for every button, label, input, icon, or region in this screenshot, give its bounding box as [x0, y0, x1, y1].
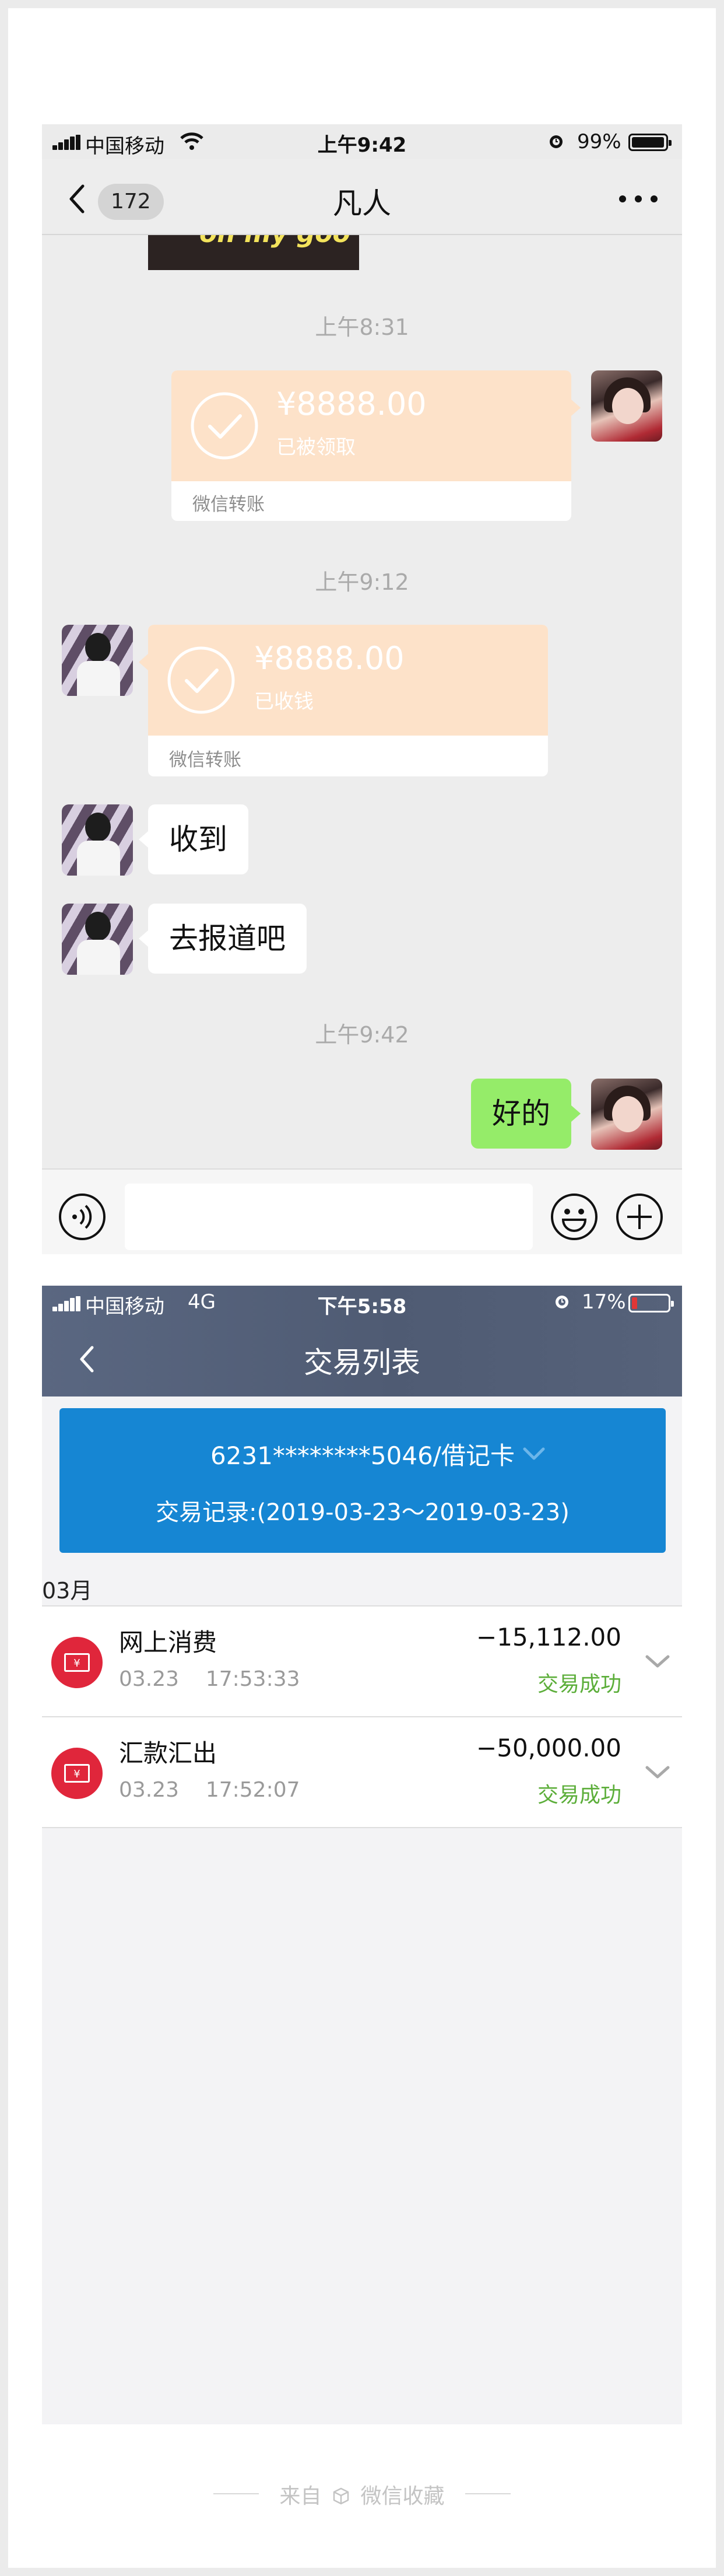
transaction-status: 交易成功	[537, 1783, 621, 1807]
transaction-amount: −50,000.00	[476, 1734, 621, 1762]
payment-card-icon: ¥	[51, 1748, 103, 1799]
transfer-amount: ¥8888.00	[276, 386, 427, 422]
message-input[interactable]	[125, 1184, 533, 1250]
chevron-down-icon[interactable]	[644, 1763, 672, 1782]
transfer-label: 微信转账	[192, 494, 265, 515]
transfer-status: 已被领取	[276, 436, 356, 459]
transfer-status: 已收钱	[254, 690, 314, 713]
chevron-down-icon[interactable]	[520, 1444, 548, 1463]
transfer-amount: ¥8888.00	[254, 640, 405, 677]
transaction-datetime: 03.23 17:53:33	[119, 1667, 300, 1691]
check-circle-icon	[191, 392, 258, 460]
chat-title: 凡人	[333, 187, 391, 220]
chat-nav-bar: 172 凡人	[42, 159, 682, 235]
timestamp: 上午8:31	[315, 314, 409, 340]
battery-percent: 17%	[582, 1290, 626, 1314]
bubble-tail	[139, 654, 148, 670]
chat-input-bar	[42, 1168, 682, 1254]
battery-icon	[628, 1294, 674, 1312]
battery-icon	[628, 134, 672, 151]
transaction-name: 网上消费	[119, 1628, 217, 1657]
record-date-range: 交易记录:(2019-03-23～2019-03-23)	[156, 1499, 570, 1526]
alarm-icon	[556, 1296, 568, 1308]
my-avatar[interactable]	[591, 370, 662, 442]
bubble-tail	[139, 930, 148, 947]
alarm-icon	[550, 135, 563, 148]
footer-source: 来自 微信收藏	[0, 2479, 724, 2510]
battery-percent: 99%	[577, 130, 621, 153]
transaction-name: 汇款汇出	[119, 1739, 217, 1768]
transaction-list: ¥ 网上消费 03.23 17:53:33 −15,112.00 交易成功 ¥ …	[42, 1605, 682, 1828]
my-avatar[interactable]	[591, 1079, 662, 1150]
timestamp: 上午9:42	[315, 1022, 409, 1048]
contact-avatar[interactable]	[62, 904, 133, 975]
timestamp: 上午9:12	[315, 569, 409, 595]
page-title: 交易列表	[304, 1346, 420, 1380]
footer-source-name: 微信收藏	[360, 2484, 445, 2508]
transfer-label: 微信转账	[169, 750, 241, 771]
contact-avatar[interactable]	[62, 804, 133, 876]
footer-prefix: 来自	[279, 2484, 322, 2508]
emoji-icon[interactable]	[550, 1193, 598, 1241]
message-bubble-received[interactable]: 收到	[148, 804, 248, 874]
account-number: 6231********5046/借记卡	[210, 1441, 515, 1470]
transaction-row[interactable]: ¥ 网上消费 03.23 17:53:33 −15,112.00 交易成功	[42, 1606, 682, 1717]
bubble-tail	[571, 400, 581, 416]
favorites-footer: 来自 微信收藏	[0, 2479, 724, 2508]
video-caption: on my goo	[199, 235, 350, 249]
transaction-datetime: 03.23 17:52:07	[119, 1778, 300, 1802]
voice-icon[interactable]	[58, 1193, 106, 1241]
message-bubble-received[interactable]: 去报道吧	[148, 904, 307, 974]
contact-avatar[interactable]	[62, 625, 133, 696]
transaction-amount: −15,112.00	[476, 1623, 621, 1651]
bubble-tail	[571, 1105, 581, 1122]
plus-icon[interactable]	[616, 1193, 663, 1241]
bubble-tail	[139, 831, 148, 848]
chevron-down-icon[interactable]	[644, 1652, 672, 1671]
payment-card-icon: ¥	[51, 1637, 103, 1688]
transfer-card-sent[interactable]: ¥8888.00 已被领取 微信转账	[171, 370, 571, 521]
cube-icon	[333, 2487, 349, 2505]
wechat-chat-screenshot: 中国移动 上午9:42 99% 172 凡人 on my goo 上午8:31 …	[42, 124, 682, 1254]
bank-transactions-screenshot: 中国移动 4G 下午5:58 17% 交易列表 6231********5046…	[42, 1286, 682, 2424]
video-thumbnail[interactable]: on my goo	[148, 235, 359, 270]
more-options-icon[interactable]	[617, 187, 660, 211]
month-header: 03月	[42, 1578, 93, 1604]
account-card[interactable]: 6231********5046/借记卡 交易记录:(2019-03-23～20…	[59, 1408, 666, 1553]
message-bubble-sent[interactable]: 好的	[471, 1079, 571, 1149]
transfer-card-received[interactable]: ¥8888.00 已收钱 微信转账	[148, 625, 548, 776]
transaction-row[interactable]: ¥ 汇款汇出 03.23 17:52:07 −50,000.00 交易成功	[42, 1717, 682, 1828]
status-bar: 中国移动 上午9:42 99%	[42, 124, 682, 159]
check-circle-icon	[167, 646, 235, 714]
bank-header: 中国移动 4G 下午5:58 17% 交易列表	[42, 1286, 682, 1396]
transaction-status: 交易成功	[537, 1672, 621, 1696]
